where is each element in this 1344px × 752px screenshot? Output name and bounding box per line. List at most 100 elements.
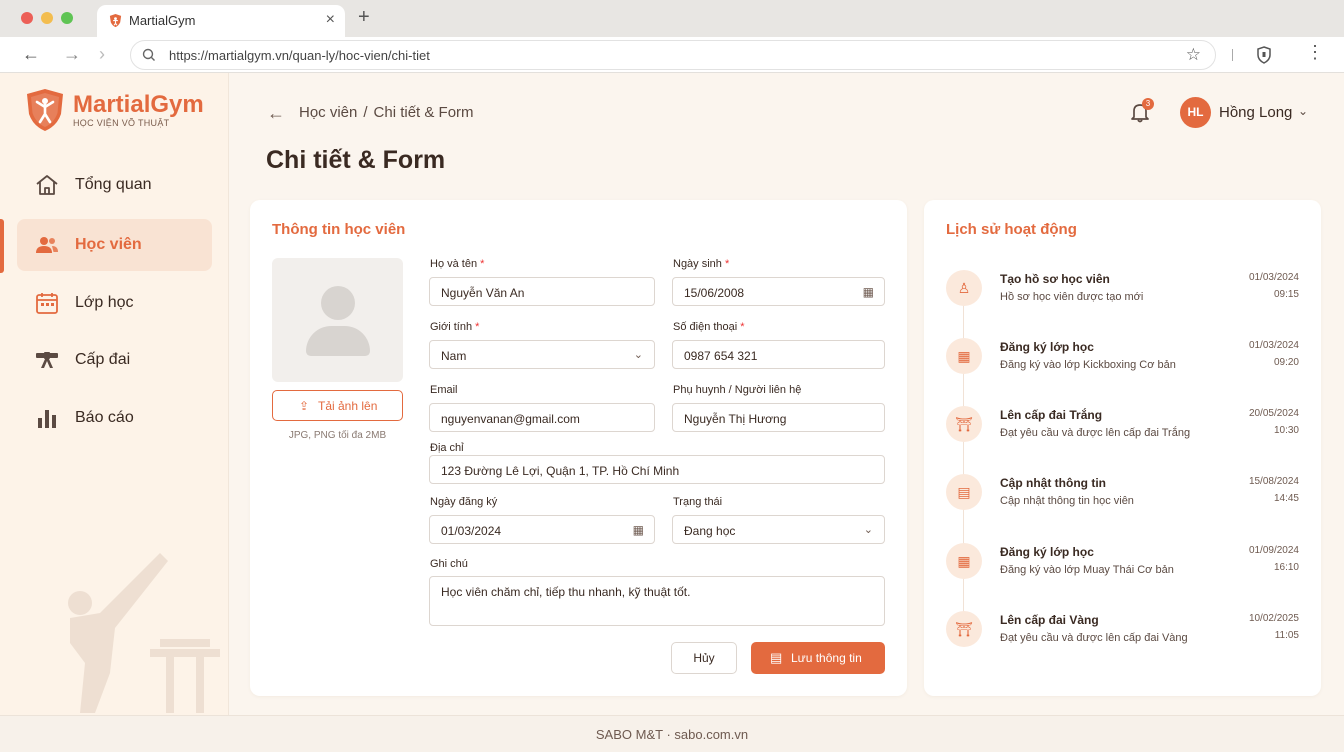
- avatar-placeholder: [272, 258, 403, 382]
- back-arrow-icon[interactable]: ←: [267, 103, 285, 124]
- breadcrumb-item-students[interactable]: Học viên: [299, 104, 357, 121]
- activity-item: ♙ Tạo hồ sơ học viên Hồ sơ học viên được…: [946, 270, 1306, 326]
- back-arrow-icon[interactable]: ←: [22, 44, 40, 65]
- status-select[interactable]: Đang học ⌄: [672, 515, 885, 544]
- email-field[interactable]: nguyenvanan@gmail.com: [429, 403, 655, 432]
- notes-label: Ghi chú: [430, 558, 468, 570]
- upload-hint: JPG, PNG tối đa 2MB: [288, 430, 387, 441]
- save-icon: ▤: [770, 650, 783, 665]
- gender-select[interactable]: Nam ⌄: [429, 340, 655, 369]
- user-add-icon: ♙: [946, 270, 982, 306]
- activity-item: ⛩ Lên cấp đai Trắng Đạt yêu cầu và được …: [946, 406, 1306, 462]
- new-tab-icon[interactable]: +: [358, 6, 370, 29]
- full-name-label: Họ và tên *: [430, 258, 485, 270]
- phone-field[interactable]: 0987 654 321: [672, 340, 885, 369]
- register-date-label: Ngày đăng ký: [430, 496, 498, 508]
- page-title: Chi tiết & Form: [266, 146, 446, 174]
- bookmark-star-icon[interactable]: ☆: [1186, 45, 1201, 65]
- birthdate-label: Ngày sinh *: [673, 258, 730, 270]
- address-field[interactable]: 123 Đường Lê Lợi, Quận 1, TP. Hồ Chí Min…: [429, 455, 885, 484]
- birthdate-field[interactable]: 15/06/2008 ▦: [672, 277, 885, 306]
- address-bar[interactable]: https://martialgym.vn/quan-ly/hoc-vien/c…: [130, 40, 1216, 70]
- activity-item: ▦ Đăng ký lớp học Đăng ký vào lớp Kickbo…: [946, 338, 1306, 394]
- avatar[interactable]: HL: [1180, 97, 1211, 128]
- sidebar-item-label: Học viên: [75, 236, 142, 253]
- sidebar-item-label: Báo cáo: [75, 409, 134, 426]
- save-button[interactable]: ▤ Lưu thông tin: [751, 642, 885, 674]
- full-name-field[interactable]: Nguyễn Văn An: [429, 277, 655, 306]
- favicon-icon: [109, 13, 122, 28]
- logo-icon: [27, 89, 63, 131]
- calendar-icon: ▦: [946, 338, 982, 374]
- active-nav-indicator: [0, 219, 4, 273]
- chevron-down-icon[interactable]: ⌄: [1298, 104, 1308, 118]
- breadcrumb-separator: /: [363, 104, 368, 121]
- activity-item: ⛩ Lên cấp đai Vàng Đạt yêu cầu và được l…: [946, 611, 1306, 667]
- email-label: Email: [430, 384, 458, 396]
- sidebar-item-belts[interactable]: Cấp đai: [17, 334, 212, 386]
- belt-icon: ⛩: [946, 611, 982, 647]
- footer: SABO M&T · sabo.com.vn: [0, 715, 1344, 752]
- status-label: Trạng thái: [673, 496, 723, 508]
- calendar-icon: [36, 293, 58, 314]
- upload-icon: ⇪: [299, 399, 310, 413]
- breadcrumb-item-current: Chi tiết & Form: [373, 104, 474, 121]
- sidebar-item-reports[interactable]: Báo cáo: [17, 392, 212, 444]
- maximize-window-button[interactable]: [61, 12, 73, 24]
- martial-artist-illustration: [68, 553, 220, 713]
- sidebar-item-label: Cấp đai: [75, 351, 131, 368]
- browser-toolbar: ← → › https://martialgym.vn/quan-ly/hoc-…: [0, 37, 1344, 73]
- tab-title: MartialGym: [129, 13, 196, 28]
- sidebar-item-classes[interactable]: Lớp học: [17, 277, 212, 329]
- calendar-icon[interactable]: ▦: [863, 285, 874, 299]
- brand-tagline: HỌC VIỆN VÕ THUẬT: [73, 118, 170, 128]
- url-text: https://martialgym.vn/quan-ly/hoc-vien/c…: [169, 48, 430, 63]
- reload-icon[interactable]: ›: [99, 44, 105, 65]
- site-info-icon[interactable]: [142, 48, 156, 62]
- bar-chart-icon: [38, 410, 56, 428]
- chevron-down-icon: ⌄: [633, 349, 643, 361]
- document-icon: ▤: [946, 474, 982, 510]
- student-info-card: Thông tin học viên ⇪ Tải ảnh lên JPG, PN…: [250, 200, 907, 696]
- browser-tab[interactable]: MartialGym ×: [97, 5, 345, 37]
- activity-item: ▦ Đăng ký lớp học Đăng ký vào lớp Muay T…: [946, 543, 1306, 599]
- card-title: Thông tin học viên: [272, 221, 406, 238]
- card-title: Lịch sử hoạt động: [946, 221, 1077, 238]
- minimize-window-button[interactable]: [41, 12, 53, 24]
- user-name[interactable]: Hồng Long: [1219, 104, 1292, 121]
- forward-arrow-icon[interactable]: →: [63, 44, 81, 65]
- notification-badge: 3: [1142, 98, 1154, 110]
- calendar-icon[interactable]: ▦: [633, 523, 644, 537]
- register-date-field[interactable]: 01/03/2024 ▦: [429, 515, 655, 544]
- browser-menu-icon[interactable]: ⋮: [1306, 42, 1324, 63]
- upload-photo-button[interactable]: ⇪ Tải ảnh lên: [272, 390, 403, 421]
- sidebar-item-label: Tổng quan: [75, 176, 152, 193]
- chevron-down-icon: ⌄: [863, 524, 873, 536]
- belt-icon: [36, 352, 58, 368]
- users-icon: [36, 237, 58, 253]
- browser-tab-bar: MartialGym × +: [0, 0, 1344, 37]
- sidebar-item-students[interactable]: Học viên: [17, 219, 212, 271]
- home-icon: [36, 175, 58, 195]
- activity-history-card: Lịch sử hoạt động ♙ Tạo hồ sơ học viên H…: [924, 200, 1321, 696]
- user-silhouette-icon: [321, 286, 355, 320]
- toolbar-divider: [1232, 49, 1233, 61]
- calendar-icon: ▦: [946, 543, 982, 579]
- shield-icon[interactable]: [1256, 46, 1272, 64]
- belt-icon: ⛩: [946, 406, 982, 442]
- close-tab-icon[interactable]: ×: [326, 11, 335, 29]
- close-window-button[interactable]: [21, 12, 33, 24]
- activity-item: ▤ Cập nhật thông tin Cập nhật thông tin …: [946, 474, 1306, 530]
- sidebar-item-overview[interactable]: Tổng quan: [17, 159, 212, 211]
- cancel-button[interactable]: Hủy: [671, 642, 737, 674]
- gender-label: Giới tính *: [430, 321, 480, 333]
- phone-label: Số điện thoại *: [673, 321, 745, 333]
- guardian-field[interactable]: Nguyễn Thị Hương: [672, 403, 885, 432]
- guardian-label: Phụ huynh / Người liên hệ: [673, 384, 802, 396]
- breadcrumb: Học viên / Chi tiết & Form: [299, 104, 474, 121]
- sidebar: MartialGym HỌC VIỆN VÕ THUẬT Tổng quan H…: [0, 73, 229, 715]
- sidebar-item-label: Lớp học: [75, 294, 134, 311]
- notes-textarea[interactable]: Học viên chăm chỉ, tiếp thu nhanh, kỹ th…: [429, 576, 885, 626]
- brand-name: MartialGym: [73, 91, 204, 118]
- app: MartialGym HỌC VIỆN VÕ THUẬT Tổng quan H…: [0, 73, 1344, 752]
